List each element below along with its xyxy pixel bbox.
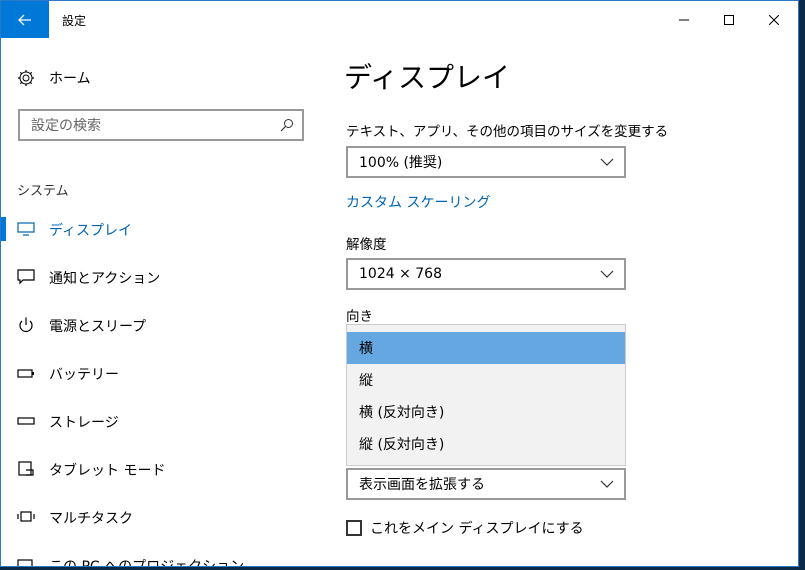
resolution-value: 1024 × 768 (359, 266, 442, 282)
orientation-option-portrait-flipped[interactable]: 縦 (反対向き) (347, 428, 625, 460)
chevron-down-icon (600, 480, 614, 488)
search-icon (280, 119, 293, 132)
scale-value: 100% (推奨) (359, 155, 443, 171)
power-icon (19, 317, 33, 332)
home-nav-item[interactable]: ホーム (17, 66, 91, 90)
page-title: ディスプレイ (344, 61, 511, 94)
sidebar-item-projection[interactable]: この PC へのプロジェクション (1, 547, 321, 567)
chevron-down-icon (600, 270, 614, 278)
multi-display-value: 表示画面を拡張する (359, 477, 485, 493)
arrow-left-icon (18, 14, 31, 25)
back-button[interactable] (1, 1, 49, 38)
section-label-system: システム (17, 184, 69, 199)
resolution-label: 解像度 (346, 237, 387, 253)
search-input[interactable]: 設定の検索 (18, 109, 304, 141)
title-bar: 設定 (1, 1, 798, 38)
close-button[interactable] (751, 1, 797, 38)
close-icon (769, 14, 779, 25)
orientation-option-landscape[interactable]: 横 (347, 332, 625, 364)
minimize-button[interactable] (661, 1, 707, 38)
chevron-down-icon (600, 158, 614, 166)
scale-label: テキスト、アプリ、その他の項目のサイズを変更する (346, 124, 669, 140)
main-display-checkbox-row[interactable]: これをメイン ディスプレイにする (346, 518, 584, 538)
sidebar-item-label: ディスプレイ (49, 223, 133, 239)
gear-icon (18, 70, 34, 86)
home-label: ホーム (49, 71, 91, 87)
storage-icon (17, 417, 35, 425)
sidebar-item-display[interactable]: ディスプレイ (1, 211, 321, 247)
main-display-checkbox-label: これをメイン ディスプレイにする (370, 521, 584, 537)
main-display-checkbox[interactable] (346, 520, 362, 536)
sidebar-item-label: 通知とアクション (49, 271, 161, 287)
sidebar-item-tablet-mode[interactable]: タブレット モード (1, 451, 321, 487)
monitor-icon (17, 222, 35, 236)
sidebar-item-label: 電源とスリープ (49, 319, 147, 335)
battery-icon (17, 369, 34, 378)
sidebar-item-label: この PC へのプロジェクション (49, 559, 245, 567)
scale-dropdown[interactable]: 100% (推奨) (346, 146, 626, 178)
resolution-dropdown[interactable]: 1024 × 768 (346, 258, 626, 290)
sidebar-item-label: バッテリー (49, 367, 119, 383)
multi-display-dropdown[interactable]: 表示画面を拡張する (346, 468, 626, 500)
orientation-label: 向き (346, 309, 373, 325)
sidebar-item-multitasking[interactable]: マルチタスク (1, 499, 321, 535)
sidebar-item-storage[interactable]: ストレージ (1, 403, 321, 439)
maximize-button[interactable] (706, 1, 752, 38)
maximize-icon (724, 14, 734, 25)
sidebar: ホーム 設定の検索 システム ディスプレイ 通知とアクション 電源とスリープ バ… (1, 38, 321, 567)
projection-icon (17, 559, 33, 566)
custom-scaling-link[interactable]: カスタム スケーリング (346, 192, 490, 212)
search-placeholder: 設定の検索 (31, 118, 101, 134)
settings-window: 設定 ホーム 設定の検索 システム ディスプレイ 通知とアクション 電源とスリー… (0, 0, 799, 567)
sidebar-item-battery[interactable]: バッテリー (1, 355, 321, 391)
orientation-menu: 横 縦 横 (反対向き) 縦 (反対向き) (346, 324, 626, 466)
window-title: 設定 (62, 14, 87, 28)
tablet-icon (18, 461, 34, 476)
sidebar-item-label: タブレット モード (49, 463, 166, 479)
sidebar-item-power[interactable]: 電源とスリープ (1, 307, 321, 343)
minimize-icon (679, 19, 689, 20)
notification-icon (17, 269, 35, 285)
multitask-icon (17, 511, 35, 522)
sidebar-item-label: マルチタスク (49, 511, 133, 527)
orientation-option-portrait[interactable]: 縦 (347, 364, 625, 396)
sidebar-item-label: ストレージ (49, 415, 119, 431)
sidebar-item-notifications[interactable]: 通知とアクション (1, 259, 321, 295)
orientation-option-landscape-flipped[interactable]: 横 (反対向き) (347, 396, 625, 428)
